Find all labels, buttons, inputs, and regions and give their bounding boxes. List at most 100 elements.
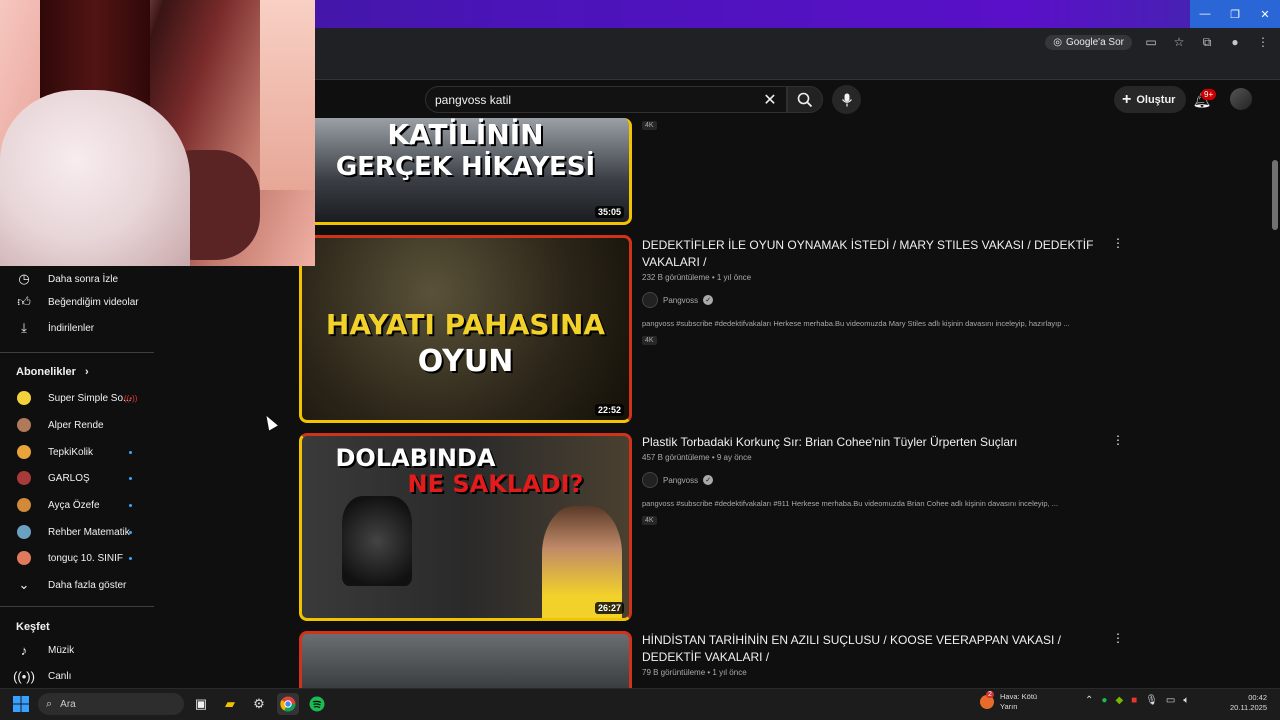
explore-header: Keşfet [16, 621, 50, 633]
cast-icon[interactable]: ▭ [1142, 33, 1160, 51]
weather-line-2: Yarın [1000, 702, 1018, 711]
spotify-tray-icon[interactable]: ● [1101, 695, 1107, 706]
taskbar-search-label: Ara [60, 698, 76, 710]
bookmarks-bar [315, 56, 1280, 80]
more-options-icon[interactable]: ⋮ [1112, 432, 1124, 448]
new-content-dot [129, 450, 132, 454]
channel-avatar [642, 292, 658, 308]
music-note-icon: ♪ [20, 642, 28, 658]
video-title[interactable]: HİNDİSTAN TARİHİNİN EN AZILI SUÇLUSU / K… [642, 632, 1112, 666]
channel-link[interactable]: Pangvoss ✓ [642, 472, 714, 488]
quality-badge: 4K [642, 121, 657, 130]
video-duration: 22:52 [594, 404, 624, 416]
search-input[interactable]: pangvoss katil [425, 86, 787, 113]
volume-icon[interactable]: 🔈︎ [1183, 695, 1189, 706]
chevron-right-icon: › [84, 366, 89, 378]
video-thumbnail[interactable]: HAYATI PAHASINA OYUN 22:52 [299, 235, 632, 423]
channel-avatar [17, 391, 31, 405]
channel-link[interactable]: Pangvoss ✓ [642, 292, 714, 308]
channel-name: Alper Rende [48, 419, 104, 431]
sidebar-subscription[interactable]: Rehber Matematik [0, 519, 154, 545]
clear-search-icon[interactable]: ✕ [760, 90, 780, 110]
file-explorer-icon[interactable]: ▰ [219, 693, 241, 715]
microphone-icon [841, 93, 852, 106]
sidebar-subscription[interactable]: Ayça Özefe [0, 492, 154, 518]
clock-date: 20.11.2025 [1230, 703, 1267, 712]
spotify-icon[interactable] [306, 693, 328, 715]
subscriptions-label: Abonelikler [16, 366, 76, 378]
video-thumbnail[interactable]: KATİLİNİN GERÇEK HİKAYESİ 35:05 [299, 118, 632, 225]
video-title[interactable]: Plastik Torbadaki Korkunç Sır: Brian Coh… [642, 434, 1112, 451]
more-options-icon[interactable]: ⋮ [1112, 630, 1124, 646]
sidebar-item-live[interactable]: ((•)) Canlı [0, 663, 154, 689]
sidebar-subscription[interactable]: TepkiKolik [0, 439, 154, 465]
video-thumbnail[interactable]: DOLABINDA NE SAKLADI? 26:27 [299, 433, 632, 621]
microphone-tray-icon[interactable]: 🎙︎ [1145, 695, 1158, 706]
ask-google-button[interactable]: ◎ Google'a Sor [1045, 34, 1132, 50]
app-tray-icon[interactable]: ■ [1131, 695, 1137, 706]
task-view-icon[interactable]: ▣ [190, 693, 212, 715]
show-more-button[interactable]: ⌄ Daha fazla göster [0, 572, 154, 598]
sidebar-subscription[interactable]: Super Simple So... ((•)) [0, 385, 154, 411]
settings-gear-icon[interactable]: ⚙ [248, 693, 270, 715]
weather-widget[interactable]: 2 Hava: Kötü Yarın [980, 691, 1037, 712]
network-icon[interactable]: ▭ [1166, 695, 1175, 706]
toolbar-actions: ◎ Google'a Sor ▭ ☆ ⧉ ● ⋮ [1045, 32, 1272, 52]
create-button[interactable]: + Oluştur [1114, 86, 1187, 113]
new-content-dot [129, 503, 132, 507]
channel-avatar [17, 445, 31, 459]
bookmark-star-icon[interactable]: ☆ [1170, 33, 1188, 51]
nvidia-tray-icon[interactable]: ◆ [1115, 695, 1123, 706]
video-duration: 35:05 [594, 206, 624, 218]
download-icon: ⤓ [21, 320, 27, 335]
thumbnail-text: HAYATI PAHASINA [325, 308, 606, 341]
window-controls: — ❐ ✕ [1190, 0, 1280, 28]
thumbnail-text: KATİLİNİN [387, 118, 544, 151]
show-more-label: Daha fazla göster [48, 579, 127, 591]
thumbnail-text: DOLABINDA [335, 444, 496, 472]
video-description: pangvoss #subscribe #dedektifvakaları #9… [642, 499, 1058, 508]
browser-menu-icon[interactable]: ⋮ [1254, 33, 1272, 51]
subscriptions-header[interactable]: Abonelikler › [16, 366, 89, 378]
account-avatar[interactable] [1230, 88, 1252, 110]
channel-avatar [17, 551, 31, 565]
taskbar-search[interactable]: ⌕ Ara [38, 693, 184, 715]
minimize-button[interactable]: — [1190, 0, 1220, 28]
search-icon [797, 92, 813, 107]
start-button[interactable] [10, 694, 32, 714]
scrollbar-thumb[interactable] [1272, 160, 1278, 230]
extensions-icon[interactable]: ⧉ [1198, 33, 1216, 51]
channel-name: GARLOŞ [48, 472, 90, 484]
thumbnail-text: GERÇEK HİKAYESİ [335, 152, 596, 182]
sidebar-subscription[interactable]: GARLOŞ [0, 465, 154, 491]
video-title[interactable]: DEDEKTİFLER İLE OYUN OYNAMAK İSTEDİ / MA… [642, 237, 1112, 271]
sidebar-subscription[interactable]: tonguç 10. SINIF [0, 545, 154, 571]
voice-search-button[interactable] [832, 85, 861, 114]
channel-avatar [17, 525, 31, 539]
taskbar-clock[interactable]: 00:42 20.11.2025 [1225, 693, 1267, 713]
mouse-cursor-icon [262, 413, 278, 431]
verified-check-icon: ✓ [703, 475, 714, 485]
new-content-dot [129, 556, 132, 560]
chevron-up-icon[interactable]: ⌃ [1085, 695, 1093, 706]
channel-name: TepkiKolik [48, 446, 94, 458]
channel-name: Super Simple So... [48, 392, 132, 404]
sidebar-item-music[interactable]: ♪ Müzik [0, 637, 154, 663]
sidebar-item-label: İndirilenler [48, 322, 95, 334]
chrome-icon[interactable] [277, 693, 299, 715]
sidebar-item-liked-videos[interactable]: 👍︎ Beğendiğim videolar [0, 289, 154, 315]
channel-name: Ayça Özefe [48, 499, 100, 511]
profile-avatar-icon[interactable]: ● [1226, 33, 1244, 51]
sidebar-item-downloads[interactable]: ⤓ İndirilenler [0, 315, 154, 341]
search-button[interactable] [787, 86, 823, 113]
restore-button[interactable]: ❐ [1220, 0, 1250, 28]
thumbnail-text: NE SAKLADI? [407, 470, 584, 498]
sidebar-item-label: Beğendiğim videolar [48, 296, 139, 308]
sidebar-subscription[interactable]: Alper Rende [0, 412, 154, 438]
close-window-button[interactable]: ✕ [1250, 0, 1280, 28]
sidebar-item-label: Canlı [48, 670, 72, 682]
search-icon: ⌕ [46, 697, 53, 710]
sidebar-divider [0, 606, 154, 607]
more-options-icon[interactable]: ⋮ [1112, 235, 1124, 251]
video-thumbnail[interactable] [299, 631, 632, 688]
